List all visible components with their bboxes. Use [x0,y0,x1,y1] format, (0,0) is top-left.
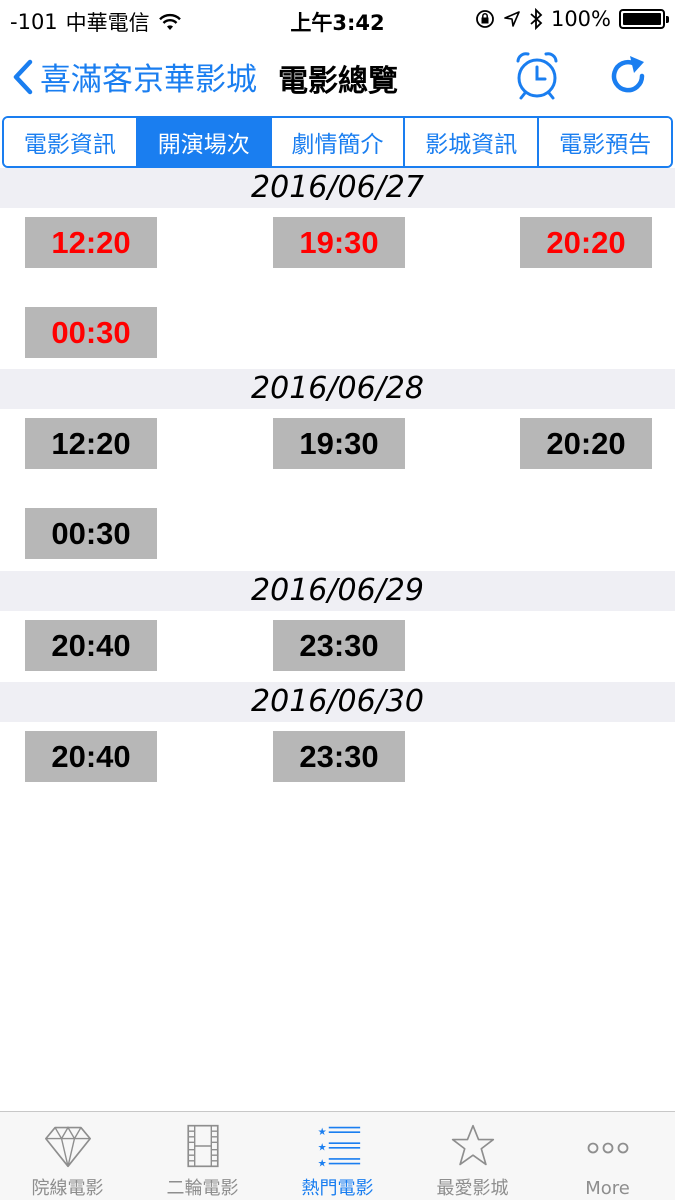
alarm-clock-icon[interactable] [510,48,564,102]
showtime-row: 12:20 19:30 20:20 [0,208,675,298]
showtime-button[interactable]: 12:20 [25,418,157,469]
diamond-icon [44,1126,91,1168]
showtime-group: 12:20 19:30 20:20 00:30 [0,208,675,369]
back-label: 喜滿客京華影城 [40,62,257,98]
showtime-button[interactable]: 00:30 [25,508,157,559]
showtime-button[interactable]: 00:30 [25,307,157,358]
status-bar: -101 中華電信 上午3:42 100% [0,0,675,40]
showtime-button[interactable]: 12:20 [25,217,157,268]
showtime-schedule: 2016/06/27 12:20 19:30 20:20 00:30 2016/… [0,168,675,793]
back-button[interactable]: 喜滿客京華影城 [12,54,257,99]
showtime-group: 12:20 19:30 20:20 00:30 [0,409,675,571]
tab-second-run-movies[interactable]: 二輪電影 [135,1112,270,1200]
more-dots-icon [587,1142,628,1154]
showtime-button[interactable]: 20:40 [25,620,157,671]
bluetooth-icon [530,8,543,30]
showtime-row: 20:40 23:30 [0,722,675,793]
showtime-group: 20:40 23:30 [0,722,675,793]
film-strip-icon [186,1124,219,1168]
status-right: 100% [475,7,669,31]
tab-popular-movies[interactable]: ★ ★ ★ 熱門電影 [270,1112,405,1200]
showtime-button[interactable]: 19:30 [273,217,405,268]
tab-bar: 院線電影 二輪電影 ★ ★ ★ 熱門電影 最愛影城 More [0,1111,675,1200]
showtime-button[interactable]: 20:20 [520,418,652,469]
location-icon [504,11,520,27]
tab-more[interactable]: More [540,1112,675,1200]
segment-showtimes[interactable]: 開演場次 [137,118,272,166]
showtime-row: 00:30 [0,298,675,369]
date-header: 2016/06/30 [0,682,675,722]
showtime-button[interactable]: 20:20 [520,217,652,268]
date-header: 2016/06/27 [0,168,675,208]
svg-text:★: ★ [317,1143,326,1154]
tab-label: 熱門電影 [301,1178,374,1199]
star-icon [451,1124,494,1166]
segmented-control: 電影資訊 開演場次 劇情簡介 影城資訊 電影預告 [2,116,673,168]
battery-percent: 100% [550,7,611,31]
showtime-button[interactable]: 23:30 [273,731,405,782]
page-title: 電影總覽 [278,64,398,99]
tab-first-run-movies[interactable]: 院線電影 [0,1112,135,1200]
segment-cinema-info[interactable]: 影城資訊 [405,118,540,166]
tab-label: 最愛影城 [436,1178,509,1199]
showtime-row: 12:20 19:30 20:20 [0,409,675,499]
chevron-left-icon [13,59,33,94]
date-header: 2016/06/28 [0,369,675,409]
star-list-icon: ★ ★ ★ [317,1126,360,1169]
segment-movie-info[interactable]: 電影資訊 [4,118,138,166]
svg-text:★: ★ [317,1158,326,1169]
svg-text:★: ★ [317,1127,326,1138]
battery-icon [619,9,669,29]
segment-trailer[interactable]: 電影預告 [539,118,671,166]
tab-label: More [585,1178,630,1199]
showtime-button[interactable]: 19:30 [273,418,405,469]
segment-synopsis[interactable]: 劇情簡介 [271,118,406,166]
date-header: 2016/06/29 [0,571,675,611]
showtime-button[interactable]: 20:40 [25,731,157,782]
refresh-icon[interactable] [606,54,652,100]
tab-label: 二輪電影 [166,1178,239,1199]
showtime-group: 20:40 23:30 [0,611,675,682]
showtime-row: 00:30 [0,499,675,571]
showtime-row: 20:40 23:30 [0,611,675,682]
navigation-bar: 喜滿客京華影城 電影總覽 [0,40,675,112]
showtime-button[interactable]: 23:30 [273,620,405,671]
tab-label: 院線電影 [31,1178,104,1199]
orientation-lock-icon [476,10,494,28]
tab-favorite-cinemas[interactable]: 最愛影城 [405,1112,540,1200]
